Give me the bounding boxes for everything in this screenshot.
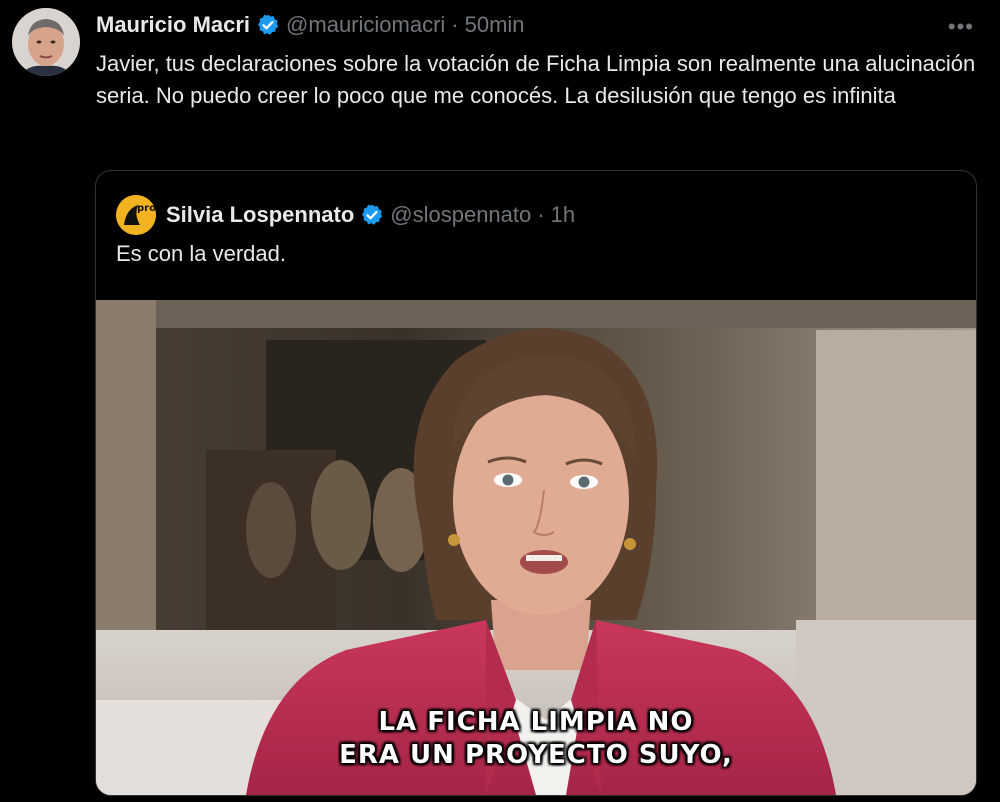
verified-badge-icon [256, 13, 280, 37]
author-avatar[interactable] [12, 8, 80, 76]
quoted-tweet-text: Es con la verdad. [116, 241, 286, 266]
more-horizontal-icon[interactable]: ••• [948, 14, 974, 40]
video-caption-line-2: ERA UN PROYECTO SUYO, [339, 740, 733, 770]
video-caption-line-1: LA FICHA LIMPIA NO [378, 707, 694, 737]
quoted-tweet[interactable]: pro Silvia Lospennato @slospennato · 1h … [95, 170, 977, 796]
tweet-header: Mauricio Macri @mauriciomacri · 50min [96, 12, 525, 38]
tweet-timestamp[interactable]: 50min [465, 12, 525, 38]
quoted-tweet-header: pro Silvia Lospennato @slospennato · 1h [116, 195, 575, 235]
tweet-text: Javier, tus declaraciones sobre la votac… [96, 51, 976, 108]
author-name[interactable]: Mauricio Macri [96, 12, 250, 38]
separator-dot: · [451, 12, 459, 37]
quoted-avatar-label: pro [137, 203, 156, 214]
video-player[interactable]: LA FICHA LIMPIA NO ERA UN PROYECTO SUYO, [96, 300, 976, 795]
separator-dot: · [537, 202, 545, 227]
author-handle[interactable]: @mauriciomacri [286, 12, 445, 38]
quoted-author-handle[interactable]: @slospennato [390, 202, 531, 228]
quoted-author-name[interactable]: Silvia Lospennato [166, 202, 354, 228]
verified-badge-icon [360, 203, 384, 227]
quoted-author-avatar[interactable]: pro [116, 195, 156, 235]
quoted-tweet-timestamp: 1h [550, 202, 576, 227]
